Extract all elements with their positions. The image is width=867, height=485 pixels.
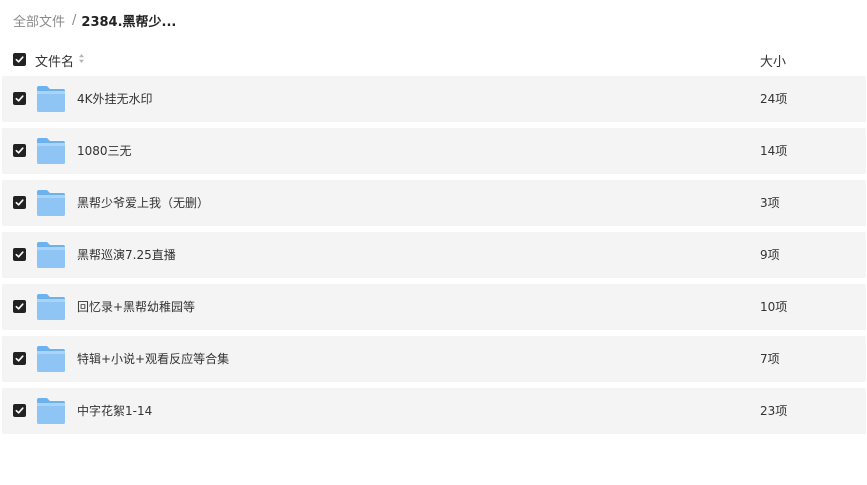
name-column-label: 文件名 [35, 55, 75, 70]
folder-icon [37, 86, 65, 112]
breadcrumb-separator: / [72, 12, 77, 28]
checkmark-icon [15, 95, 24, 102]
file-row[interactable]: 4K外挂无水印 24项 [2, 76, 866, 122]
file-row[interactable]: 特辑+小说+观看反应等合集 7项 [2, 336, 866, 382]
file-row[interactable]: 中字花絮1-14 23项 [2, 388, 866, 434]
name-column-header[interactable]: 文件名 [35, 51, 85, 70]
file-row[interactable]: 回忆录+黑帮幼稚园等 10项 [2, 284, 866, 330]
folder-icon [37, 346, 65, 372]
file-row[interactable]: 黑帮少爷爱上我（无删） 3项 [2, 180, 866, 226]
file-name[interactable]: 黑帮少爷爱上我（无删） [77, 194, 209, 211]
file-name[interactable]: 1080三无 [77, 142, 132, 159]
file-size: 14项 [760, 144, 788, 158]
file-size: 9项 [760, 248, 780, 262]
row-checkbox[interactable] [13, 300, 26, 313]
folder-icon [37, 294, 65, 320]
checkmark-icon [15, 147, 24, 154]
checkmark-icon [15, 251, 24, 258]
checkmark-icon [15, 199, 24, 206]
checkmark-icon [15, 56, 24, 63]
file-list-header: 文件名 大小 [0, 48, 867, 72]
row-checkbox[interactable] [13, 248, 26, 261]
file-size: 3项 [760, 196, 780, 210]
row-checkbox[interactable] [13, 404, 26, 417]
folder-icon [37, 398, 65, 424]
row-checkbox[interactable] [13, 144, 26, 157]
row-checkbox[interactable] [13, 196, 26, 209]
file-name[interactable]: 回忆录+黑帮幼稚园等 [77, 298, 195, 315]
file-size: 24项 [760, 92, 788, 106]
select-all-checkbox[interactable] [13, 53, 26, 66]
folder-icon [37, 242, 65, 268]
breadcrumb-root-link[interactable]: 全部文件 [13, 11, 65, 30]
file-name[interactable]: 4K外挂无水印 [77, 90, 153, 107]
file-row[interactable]: 黑帮巡演7.25直播 9项 [2, 232, 866, 278]
folder-icon [37, 190, 65, 216]
breadcrumb: 全部文件 / 2384.黑帮少... [13, 10, 176, 30]
file-list: 4K外挂无水印 24项 1080三无 14项 黑帮少爷爱上我（无删） 3项 黑帮… [2, 76, 866, 440]
file-size: 7项 [760, 352, 780, 366]
checkmark-icon [15, 355, 24, 362]
file-name[interactable]: 黑帮巡演7.25直播 [77, 246, 176, 263]
file-name[interactable]: 特辑+小说+观看反应等合集 [77, 350, 229, 367]
checkmark-icon [15, 303, 24, 310]
row-checkbox[interactable] [13, 92, 26, 105]
file-size: 10项 [760, 300, 788, 314]
checkmark-icon [15, 407, 24, 414]
file-row[interactable]: 1080三无 14项 [2, 128, 866, 174]
sort-icon[interactable] [78, 53, 85, 68]
breadcrumb-current: 2384.黑帮少... [81, 14, 177, 30]
size-column-header[interactable]: 大小 [760, 51, 786, 70]
file-size: 23项 [760, 404, 788, 418]
folder-icon [37, 138, 65, 164]
file-name[interactable]: 中字花絮1-14 [77, 402, 152, 419]
row-checkbox[interactable] [13, 352, 26, 365]
